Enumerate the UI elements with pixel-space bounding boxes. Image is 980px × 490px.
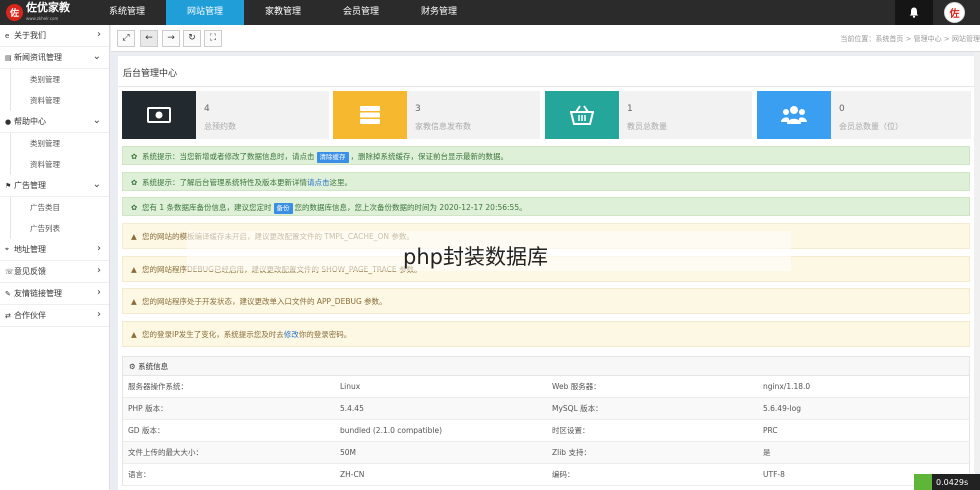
stat-label: 总预约数 <box>204 122 236 131</box>
chevron-right-icon: › <box>97 309 101 320</box>
warning-icon: ▲ <box>131 265 137 274</box>
stat-number: 3 <box>415 104 421 114</box>
forward-arrow-icon[interactable]: → <box>162 30 180 47</box>
chevron-down-icon: ⌄ <box>92 51 101 62</box>
fullscreen-icon[interactable]: ⛶ <box>204 30 222 47</box>
logo-sub: www.zkhelr.com <box>26 15 59 21</box>
table-row: GD 版本： bundled (2.1.0 compatible) 时区设置： PRC <box>123 420 969 442</box>
stat-label: 会员总数量（位） <box>839 122 903 131</box>
nav-tutor[interactable]: 家教管理 <box>244 0 322 25</box>
table-row: 语言： ZH-CN 编码： UTF-8 <box>123 464 969 486</box>
sidebar-sub-news-data[interactable]: 资料管理 <box>10 90 109 111</box>
back-arrow-icon[interactable]: ← <box>140 30 158 47</box>
sidebar-sub-help-data[interactable]: 资料管理 <box>10 154 109 175</box>
chevron-right-icon: › <box>97 287 101 298</box>
notice-version: ✿ 系统提示：了解后台管理系统特性及版本更新详情请点击这里。 <box>122 172 970 191</box>
link-icon: ✎ <box>5 289 11 298</box>
bell-icon[interactable] <box>895 0 933 25</box>
system-info-panel: ⚙ 系统信息 服务器操作系统： Linux Web 服务器： nginx/1.18.0… <box>122 356 970 486</box>
sidebar-sub-help-category[interactable]: 类别管理 <box>10 133 109 154</box>
tab-toolbar: ⤢ ← → ↻ ⛶ 当前位置：系统首页 > 管理中心 > 网站管理 <box>111 25 980 52</box>
leaf-icon <box>914 474 932 490</box>
gear-icon: ✿ <box>131 203 138 212</box>
nav-system[interactable]: 系统管理 <box>88 0 166 25</box>
page-timer: 0.0429s <box>914 474 980 490</box>
scrollbar[interactable] <box>974 52 980 472</box>
stat-number: 4 <box>204 104 210 114</box>
system-info-header: ⚙ 系统信息 <box>123 357 969 376</box>
gear-icon: ✿ <box>131 152 138 161</box>
stat-teachers[interactable]: 1 教员总数量 <box>545 91 752 139</box>
nav-finance[interactable]: 财务管理 <box>400 0 478 25</box>
divider <box>118 86 975 87</box>
users-icon <box>757 91 831 139</box>
location-icon: ⌖ <box>5 245 9 253</box>
avatar[interactable]: 佐 <box>944 2 965 23</box>
flag-icon: ⚑ <box>5 181 12 190</box>
sidebar-item-partners[interactable]: ⇄ 合作伙伴 › <box>0 305 109 327</box>
warning-icon: ▲ <box>131 297 137 306</box>
top-nav: 系统管理 网站管理 家教管理 会员管理 财务管理 <box>88 0 478 25</box>
page-title: 后台管理中心 <box>123 69 178 79</box>
gear-icon: ✿ <box>131 178 138 187</box>
sidebar-item-about[interactable]: e 关于我们 › <box>0 25 109 47</box>
warning-ip-change: ▲ 您的登录IP发生了变化，系统提示您及时去修改你的登录密码。 <box>122 321 970 347</box>
gear-icon: ⚙ <box>129 362 139 371</box>
stat-label: 家教信息发布数 <box>415 122 471 131</box>
clear-cache-button[interactable]: 清除缓存 <box>316 152 349 163</box>
logo[interactable]: 佐 佐优家教 www.zkhelr.com <box>0 0 92 25</box>
feedback-icon: ☏ <box>5 267 14 276</box>
chevron-right-icon: › <box>97 243 101 254</box>
server-icon <box>333 91 407 139</box>
table-row: 服务器操作系统： Linux Web 服务器： nginx/1.18.0 <box>123 376 969 398</box>
stat-label: 教员总数量 <box>627 122 667 131</box>
main-panel: 后台管理中心 4 总预约数 3 家教信息发布数 1 教员总数量 0 会员总数量（… <box>118 56 975 490</box>
warning-icon: ▲ <box>131 330 137 339</box>
sidebar-item-links[interactable]: ✎ 友情链接管理 › <box>0 283 109 305</box>
logo-text: 佐优家教 www.zkhelr.com <box>26 2 70 24</box>
stat-number: 1 <box>627 104 633 114</box>
warning-dev-mode: ▲ 您的网站程序处于开发状态，建议更改单入口文件的 APP_DEBUG 参数。 <box>122 288 970 314</box>
sidebar-sub-news-category[interactable]: 类别管理 <box>10 69 109 90</box>
watermark-text: php封装数据库 <box>403 245 548 269</box>
stat-members[interactable]: 0 会员总数量（位） <box>757 91 971 139</box>
chevron-right-icon: › <box>97 265 101 276</box>
nav-member[interactable]: 会员管理 <box>322 0 400 25</box>
about-icon: e <box>5 31 10 40</box>
news-icon: ▤ <box>5 53 12 62</box>
sidebar-item-feedback[interactable]: ☏ 意见反馈 › <box>0 261 109 283</box>
logo-mark: 佐 <box>6 4 23 21</box>
warning-icon: ▲ <box>131 232 137 241</box>
refresh-icon[interactable]: ↻ <box>183 30 201 47</box>
table-row: PHP 版本： 5.4.45 MySQL 版本： 5.6.49-log <box>123 398 969 420</box>
sidebar-item-news[interactable]: ▤ 新闻资讯管理 ⌄ <box>0 47 109 69</box>
sidebar-sub-ad-category[interactable]: 广告类目 <box>10 197 109 218</box>
expand-icon[interactable]: ⤢ <box>117 30 135 47</box>
chevron-down-icon: ⌄ <box>92 115 101 126</box>
notice-cache: ✿ 系统提示：当您新增或者修改了数据信息时，请点击 清除缓存 ，删除掉系统缓存，保证前… <box>122 146 970 165</box>
change-password-link[interactable]: 修改 <box>284 330 299 339</box>
nav-site[interactable]: 网站管理 <box>166 0 244 25</box>
notice-backup: ✿ 您有 1 条数据库备份信息，建议您定时 备份 您的数据库信息，您上次备份数据的时间… <box>122 197 970 216</box>
chevron-down-icon: ⌄ <box>92 179 101 190</box>
click-here-link[interactable]: 请点击 <box>307 178 330 187</box>
sidebar-item-help[interactable]: ● 帮助中心 ⌄ <box>0 111 109 133</box>
stat-tutor-info[interactable]: 3 家教信息发布数 <box>333 91 540 139</box>
sidebar-sub-ad-list[interactable]: 广告列表 <box>10 218 109 239</box>
exchange-icon: ⇄ <box>5 311 11 320</box>
money-icon <box>122 91 196 139</box>
basket-icon <box>545 91 619 139</box>
chevron-right-icon: › <box>97 29 101 40</box>
sidebar-item-ads[interactable]: ⚑ 广告管理 ⌄ <box>0 175 109 197</box>
help-icon: ● <box>5 117 12 126</box>
sidebar: e 关于我们 › ▤ 新闻资讯管理 ⌄ 类别管理 资料管理 ● 帮助中心 ⌄ 类别管理 资料… <box>0 25 110 490</box>
table-row: 文件上传的最大大小： 50M Zlib 支持：是 <box>123 442 969 464</box>
stat-bookings[interactable]: 4 总预约数 <box>122 91 329 139</box>
backup-button[interactable]: 备份 <box>273 203 293 214</box>
breadcrumb: 当前位置：系统首页 > 管理中心 > 网站管理 <box>840 35 980 43</box>
stat-number: 0 <box>839 104 845 114</box>
sidebar-item-address[interactable]: ⌖ 地址管理 › <box>0 239 109 261</box>
top-bar: 佐 佐优家教 www.zkhelr.com 系统管理 网站管理 家教管理 会员管理… <box>0 0 980 25</box>
